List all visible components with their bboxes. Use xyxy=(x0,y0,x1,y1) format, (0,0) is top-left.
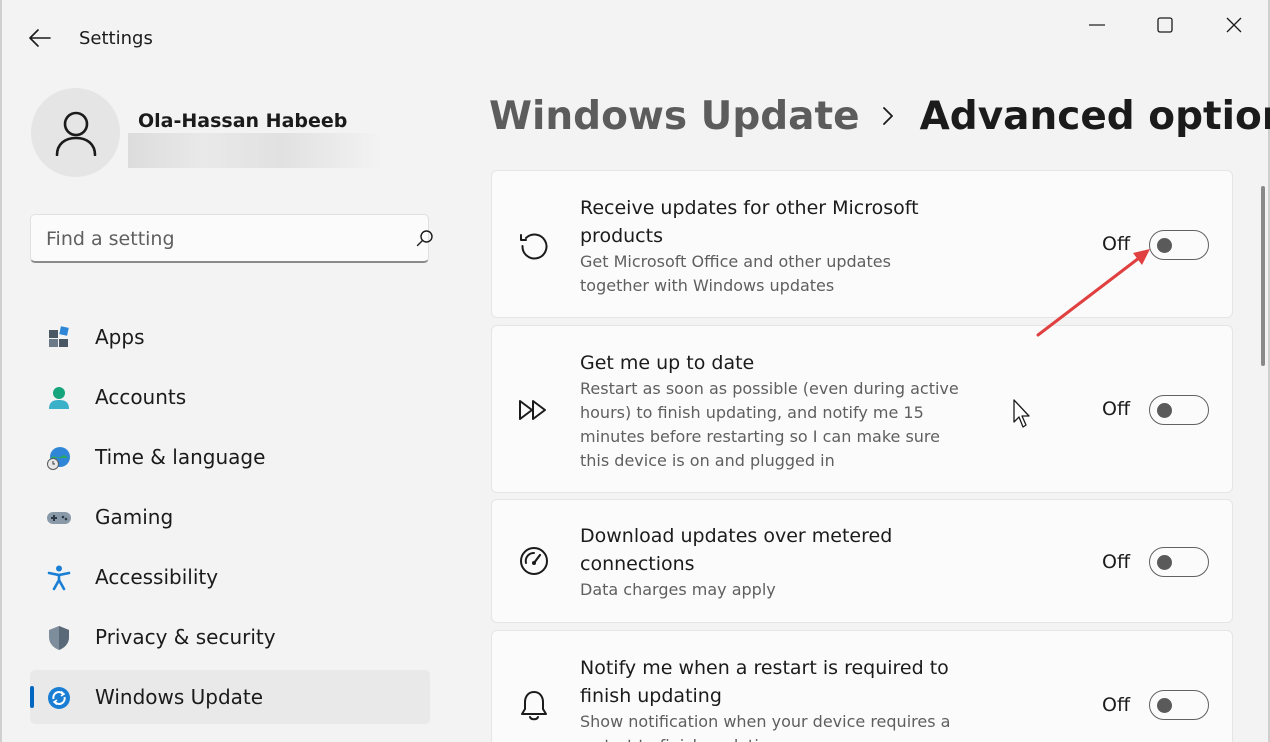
option-description: Get Microsoft Office and other updates t… xyxy=(580,252,891,295)
shield-icon xyxy=(46,625,72,651)
search-box[interactable] xyxy=(30,214,433,263)
breadcrumb: Windows Update Advanced options xyxy=(489,88,1270,144)
sidebar-item-accessibility[interactable]: Accessibility xyxy=(30,550,430,604)
restart-notify-toggle[interactable] xyxy=(1149,690,1209,720)
accounts-icon xyxy=(46,385,72,411)
user-name: Ola-Hassan Habeeb xyxy=(138,110,348,132)
option-card-restart-notify: Notify me when a restart is required to … xyxy=(491,630,1233,742)
sidebar-item-label: Accessibility xyxy=(95,565,219,589)
gaming-icon xyxy=(46,505,72,531)
title-bar: Settings xyxy=(2,0,1268,76)
sidebar-item-label: Privacy & security xyxy=(95,625,276,649)
close-button[interactable] xyxy=(1199,0,1269,50)
back-button[interactable] xyxy=(20,20,60,56)
avatar[interactable] xyxy=(31,88,120,177)
option-card-get-up-to-date: Get me up to date Restart as soon as pos… xyxy=(491,325,1233,493)
accessibility-icon xyxy=(46,565,72,591)
time-language-icon xyxy=(46,445,72,471)
settings-window: Settings Ola-Hassan Habeeb Find a settin… xyxy=(0,0,1270,742)
sidebar-item-accounts[interactable]: Accounts xyxy=(30,370,430,424)
metered-connections-toggle[interactable] xyxy=(1149,547,1209,577)
sidebar-item-label: Time & language xyxy=(95,445,266,469)
chevron-right-icon xyxy=(882,106,894,126)
bell-icon xyxy=(516,688,552,724)
redacted-email xyxy=(128,133,382,168)
scrollbar-thumb[interactable] xyxy=(1261,186,1265,366)
search-input[interactable] xyxy=(46,225,376,253)
sidebar-item-gaming[interactable]: Gaming xyxy=(30,490,430,544)
toggle-knob xyxy=(1157,237,1172,253)
option-title: Notify me when a restart is required to … xyxy=(580,657,949,707)
breadcrumb-parent[interactable]: Windows Update xyxy=(489,94,860,139)
windows-update-icon xyxy=(46,685,72,711)
option-title: Get me up to date xyxy=(580,352,755,374)
fast-forward-icon xyxy=(516,392,552,428)
apps-icon xyxy=(46,325,72,351)
toggle-state-label: Off xyxy=(1102,398,1131,420)
toggle-knob xyxy=(1157,402,1172,418)
minimize-button[interactable] xyxy=(1062,0,1132,50)
app-title: Settings xyxy=(79,28,153,49)
page-title: Advanced options xyxy=(919,93,1270,139)
speedometer-icon xyxy=(516,543,552,579)
sidebar-item-label: Accounts xyxy=(95,385,187,409)
sidebar-nav: Apps Accounts Time & language Gaming Acc… xyxy=(30,310,430,730)
user-icon xyxy=(55,111,96,156)
sidebar-item-time-language[interactable]: Time & language xyxy=(30,430,430,484)
option-title: Download updates over metered connection… xyxy=(580,525,893,575)
toggle-knob xyxy=(1157,554,1172,570)
option-card-other-products: Receive updates for other Microsoft prod… xyxy=(491,170,1233,318)
sidebar-item-label: Apps xyxy=(95,325,145,349)
mouse-cursor-icon xyxy=(1013,399,1030,428)
toggle-knob xyxy=(1157,697,1172,713)
option-description: Show notification when your device requi… xyxy=(580,712,951,742)
option-description: Restart as soon as possible (even during… xyxy=(580,379,959,470)
toggle-state-label: Off xyxy=(1102,233,1131,255)
option-description: Data charges may apply xyxy=(580,580,776,599)
maximize-button[interactable] xyxy=(1130,0,1200,50)
sidebar-item-label: Windows Update xyxy=(95,685,264,709)
sidebar-item-label: Gaming xyxy=(95,505,174,529)
option-title: Receive updates for other Microsoft prod… xyxy=(580,197,919,247)
option-card-metered-connections: Download updates over metered connection… xyxy=(491,499,1233,623)
toggle-state-label: Off xyxy=(1102,694,1131,716)
other-products-toggle[interactable] xyxy=(1149,230,1209,260)
active-indicator xyxy=(30,686,34,708)
sidebar-item-apps[interactable]: Apps xyxy=(30,310,430,364)
refresh-icon xyxy=(516,227,552,263)
sidebar-item-privacy-security[interactable]: Privacy & security xyxy=(30,610,430,664)
toggle-state-label: Off xyxy=(1102,551,1131,573)
back-arrow-icon xyxy=(29,29,51,47)
get-up-to-date-toggle[interactable] xyxy=(1149,395,1209,425)
minimize-icon xyxy=(1089,24,1105,26)
close-icon xyxy=(1226,17,1242,33)
sidebar-item-windows-update[interactable]: Windows Update xyxy=(30,670,430,724)
maximize-icon xyxy=(1157,17,1173,33)
search-icon[interactable] xyxy=(416,229,434,247)
